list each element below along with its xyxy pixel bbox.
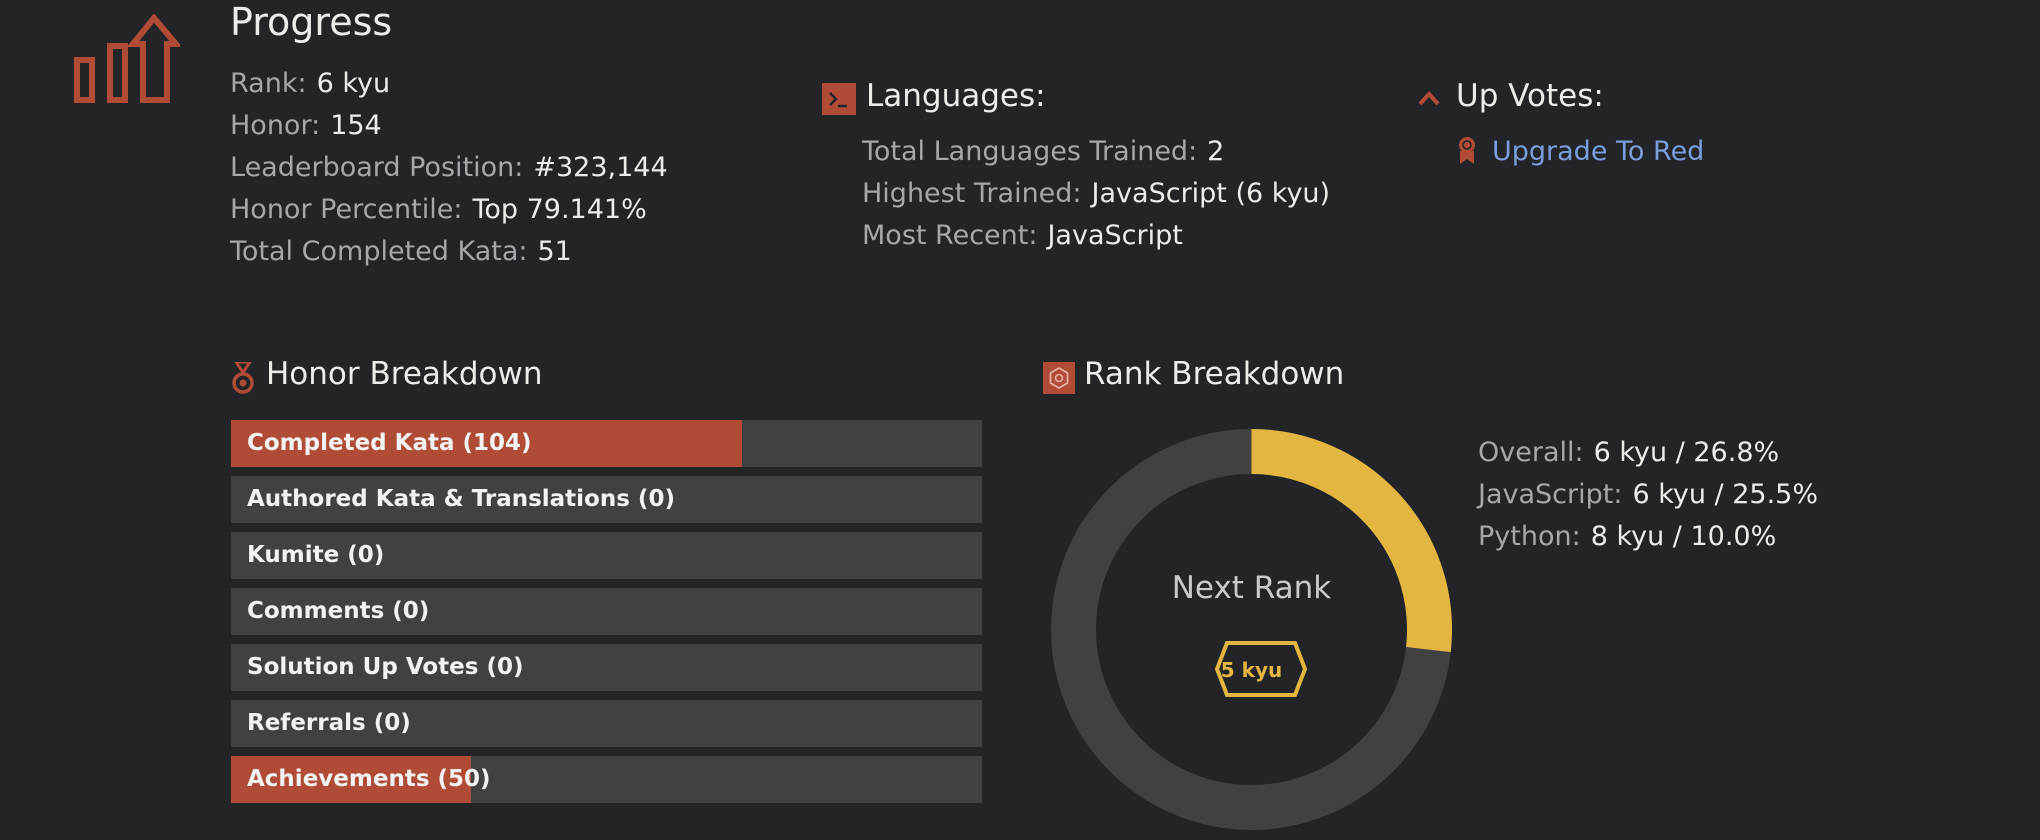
bar-label: Comments (0) bbox=[247, 598, 430, 624]
stat-label: Overall: bbox=[1478, 437, 1584, 468]
chevron-up-icon bbox=[1418, 91, 1440, 106]
rank-breakdown-title: Rank Breakdown bbox=[1084, 356, 1345, 392]
honor-breakdown-title: Honor Breakdown bbox=[266, 356, 543, 392]
upgrade-to-red-link[interactable]: Upgrade To Red bbox=[1492, 136, 1704, 167]
bar-label: Solution Up Votes (0) bbox=[247, 654, 524, 680]
bar-label: Achievements (50) bbox=[247, 766, 491, 792]
stat-value: JavaScript (6 kyu) bbox=[1091, 178, 1331, 209]
rank-stat-python: Python: 8 kyu / 10.0% bbox=[1478, 521, 1776, 552]
rank-stat-javascript: JavaScript: 6 kyu / 25.5% bbox=[1478, 479, 1818, 510]
bar-label: Referrals (0) bbox=[247, 710, 411, 736]
stat-leaderboard-position: Leaderboard Position: #323,144 bbox=[230, 152, 668, 183]
stat-label: Honor Percentile: bbox=[230, 194, 463, 225]
languages-title: Languages: bbox=[866, 78, 1046, 114]
hexagon-badge-icon bbox=[1043, 362, 1075, 394]
stat-value: 6 kyu / 26.8% bbox=[1593, 437, 1780, 468]
rank-stat-overall: Overall: 6 kyu / 26.8% bbox=[1478, 437, 1779, 468]
stat-highest-trained: Highest Trained: JavaScript (6 kyu) bbox=[862, 178, 1330, 209]
stat-label: Most Recent: bbox=[862, 220, 1038, 251]
terminal-icon bbox=[822, 83, 856, 115]
bar-label: Authored Kata & Translations (0) bbox=[247, 486, 675, 512]
stat-total-completed-kata: Total Completed Kata: 51 bbox=[230, 236, 572, 267]
stat-value: 51 bbox=[537, 236, 572, 267]
stat-label: Python: bbox=[1478, 521, 1581, 552]
stat-value: #323,144 bbox=[533, 152, 668, 183]
progress-chart-icon bbox=[74, 14, 180, 103]
stat-label: JavaScript: bbox=[1478, 479, 1623, 510]
next-rank-badge-text: 5 kyu bbox=[1221, 658, 1282, 682]
stat-value: 2 bbox=[1207, 136, 1225, 167]
stat-label: Rank: bbox=[230, 68, 307, 99]
stat-total-languages-trained: Total Languages Trained: 2 bbox=[862, 136, 1224, 167]
stat-value: Top 79.141% bbox=[472, 194, 647, 225]
progress-title: Progress bbox=[230, 0, 393, 44]
stat-honor-percentile: Honor Percentile: Top 79.141% bbox=[230, 194, 647, 225]
honor-bar-referrals: Referrals (0) bbox=[231, 700, 982, 747]
bar-label: Completed Kata (104) bbox=[247, 430, 532, 456]
medal-icon bbox=[232, 362, 254, 394]
stat-label: Highest Trained: bbox=[862, 178, 1082, 209]
honor-breakdown-bars: Completed Kata (104) Authored Kata & Tra… bbox=[231, 420, 982, 812]
stat-rank: Rank: 6 kyu bbox=[230, 68, 390, 99]
stat-honor: Honor: 154 bbox=[230, 110, 382, 141]
honor-bar-kumite: Kumite (0) bbox=[231, 532, 982, 579]
stat-value: JavaScript bbox=[1047, 220, 1183, 251]
stat-label: Leaderboard Position: bbox=[230, 152, 524, 183]
stat-most-recent: Most Recent: JavaScript bbox=[862, 220, 1183, 251]
honor-bar-completed-kata: Completed Kata (104) bbox=[231, 420, 982, 467]
honor-bar-solution-up-votes: Solution Up Votes (0) bbox=[231, 644, 982, 691]
stat-value: 154 bbox=[330, 110, 382, 141]
honor-bar-authored-kata: Authored Kata & Translations (0) bbox=[231, 476, 982, 523]
rank-progress-donut: 5 kyu bbox=[1051, 429, 1452, 830]
stat-label: Total Completed Kata: bbox=[230, 236, 528, 267]
stat-label: Total Languages Trained: bbox=[862, 136, 1198, 167]
bar-label: Kumite (0) bbox=[247, 542, 385, 568]
stat-value: 6 kyu / 25.5% bbox=[1632, 479, 1819, 510]
stat-value: 8 kyu / 10.0% bbox=[1590, 521, 1777, 552]
stat-value: 6 kyu bbox=[316, 68, 391, 99]
upvotes-title: Up Votes: bbox=[1456, 78, 1604, 114]
honor-bar-comments: Comments (0) bbox=[231, 588, 982, 635]
honor-bar-achievements: Achievements (50) bbox=[231, 756, 982, 803]
next-rank-label: Next Rank bbox=[1171, 570, 1332, 606]
donut-progress-arc bbox=[1251, 429, 1452, 653]
stat-label: Honor: bbox=[230, 110, 321, 141]
ribbon-award-icon bbox=[1459, 137, 1475, 164]
